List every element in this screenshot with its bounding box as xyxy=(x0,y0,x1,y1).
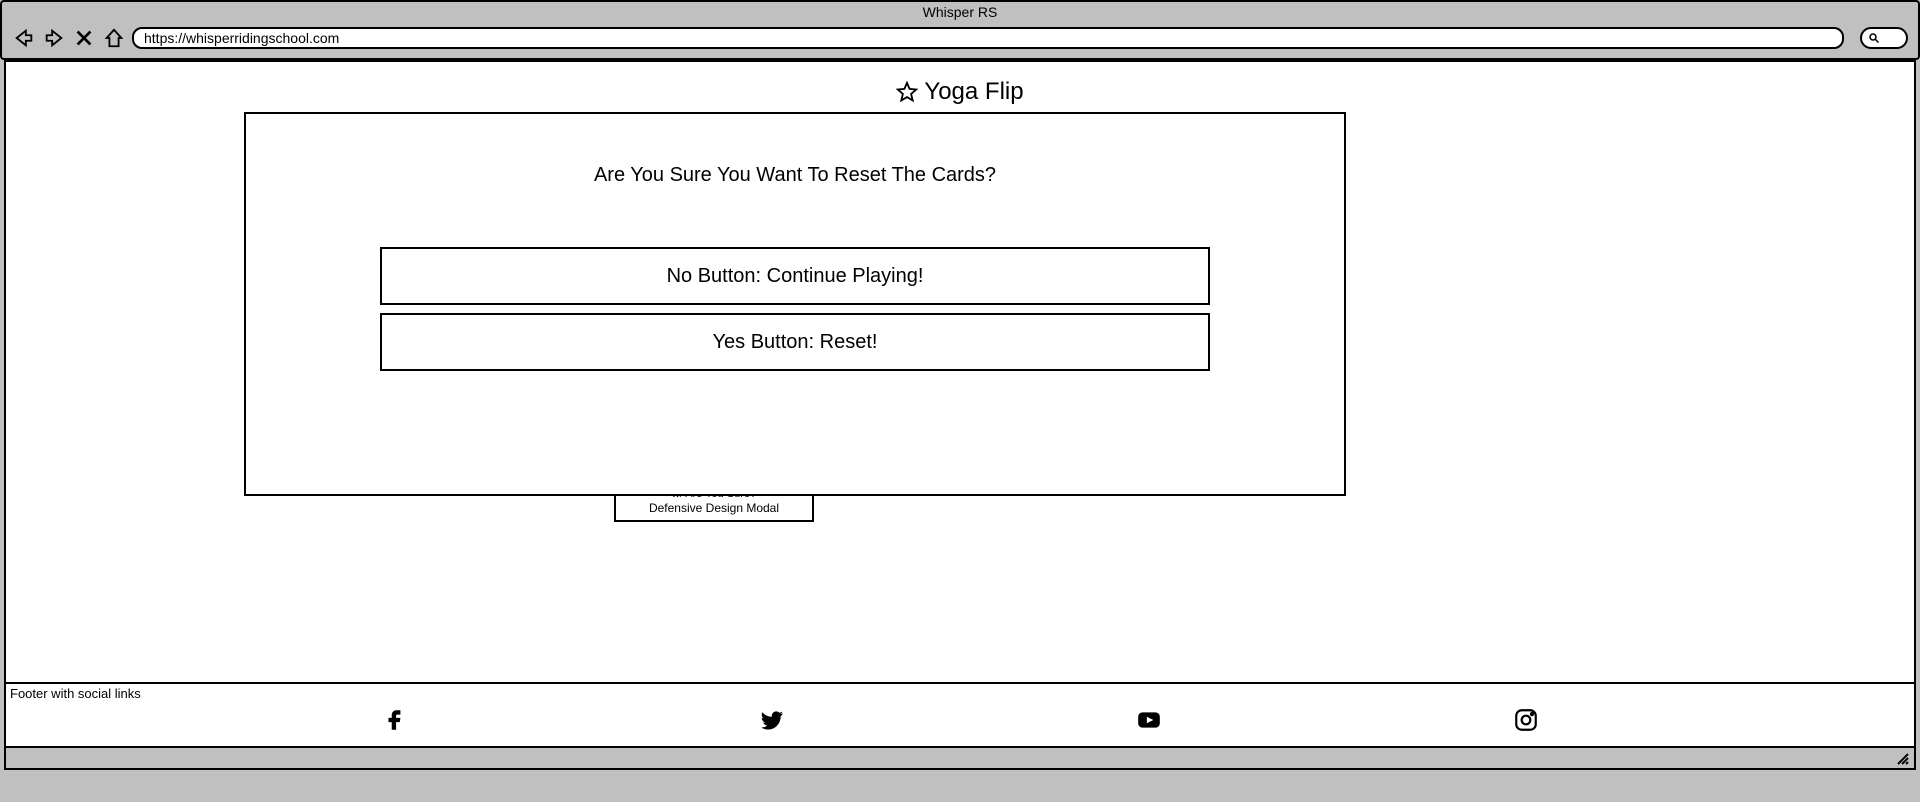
window-title: Whisper RS xyxy=(2,2,1918,22)
star-icon xyxy=(896,81,918,103)
back-icon[interactable] xyxy=(12,26,36,50)
instagram-icon[interactable] xyxy=(1513,707,1539,738)
browser-nav-bar: https://whisperridingschool.com xyxy=(2,22,1918,58)
home-icon[interactable] xyxy=(102,26,126,50)
behind-modal-label: w/ Are You Sure? Defensive Design Modal xyxy=(614,494,814,522)
facebook-icon[interactable] xyxy=(382,707,408,738)
forward-icon[interactable] xyxy=(42,26,66,50)
status-bar xyxy=(4,748,1916,770)
footer: Footer with social links xyxy=(6,682,1914,746)
confirm-reset-modal: Are You Sure You Want To Reset The Cards… xyxy=(244,112,1346,496)
yes-reset-button[interactable]: Yes Button: Reset! xyxy=(380,313,1210,371)
footer-label: Footer with social links xyxy=(6,684,1914,703)
modal-question: Are You Sure You Want To Reset The Cards… xyxy=(380,164,1210,187)
page-title: Yoga Flip xyxy=(6,78,1914,106)
search-pill[interactable] xyxy=(1860,27,1908,49)
page-title-text: Yoga Flip xyxy=(924,78,1023,106)
close-icon[interactable] xyxy=(72,26,96,50)
resize-grip-icon xyxy=(1896,752,1910,766)
page-viewport: Yoga Flip w/ Are You Sure? Defensive Des… xyxy=(4,60,1916,748)
behind-line2: Defensive Design Modal xyxy=(649,501,779,515)
search-icon xyxy=(1868,32,1880,44)
twitter-icon[interactable] xyxy=(759,707,785,738)
no-continue-button[interactable]: No Button: Continue Playing! xyxy=(380,247,1210,305)
youtube-icon[interactable] xyxy=(1136,707,1162,738)
footer-social-links xyxy=(6,703,1914,746)
address-bar[interactable]: https://whisperridingschool.com xyxy=(132,27,1844,49)
